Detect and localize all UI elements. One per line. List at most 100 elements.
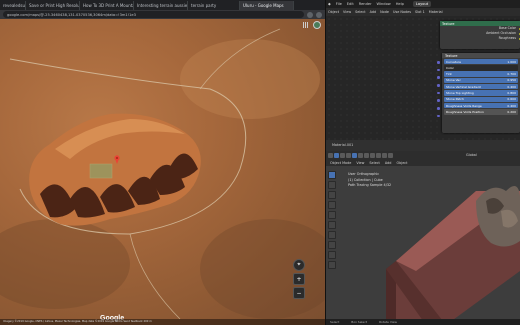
zoom-in-button[interactable]: + (293, 273, 305, 285)
menu-edit[interactable]: Edit (347, 2, 354, 6)
panel-row-value: 0.400 (507, 84, 516, 89)
transform-orientation[interactable]: Global (466, 153, 477, 157)
input-socket[interactable] (437, 61, 440, 64)
extrude-tool[interactable] (328, 261, 336, 269)
overlay-icon[interactable] (376, 152, 381, 158)
panel-row-label: Roughness Voids Position (446, 109, 484, 114)
input-socket[interactable] (437, 76, 440, 79)
panel-row[interactable]: Tint 0.700 (444, 71, 518, 77)
node-header-view[interactable]: View (343, 10, 351, 14)
panel-row[interactable]: Stone Patch 0.600 (444, 96, 518, 103)
tab-3[interactable]: How To 3D Print A Mountai... (80, 1, 134, 10)
rotate-tool[interactable] (328, 201, 336, 209)
move-tool[interactable] (328, 191, 336, 199)
tab-5[interactable]: terrain party (188, 1, 240, 10)
url-input[interactable]: google.com/maps/@-25.3460438,131.0370536… (3, 11, 304, 18)
blender-logo-icon[interactable]: ◆ (328, 2, 331, 6)
annotate-tool[interactable] (328, 231, 336, 239)
transform-tool[interactable] (328, 221, 336, 229)
workspace-tab-layout[interactable]: Layout (412, 1, 432, 7)
status-rotate-view: Rotate View (379, 320, 397, 324)
satellite-map[interactable]: ⌖ + − Google (0, 19, 325, 325)
node-header-select[interactable]: Select (355, 10, 365, 14)
panel-row-label: Roughness Voids Range (446, 103, 482, 108)
panel-row-label: Stone Top Lighting (446, 91, 474, 96)
browser-window: revealedsunsali Save or Print High Resol… (0, 0, 325, 325)
texture-inputs-panel[interactable]: Texture Curvature 1.000 Color Tint 0.700 Ston… (442, 53, 520, 133)
node-header-node[interactable]: Node (380, 10, 389, 14)
input-socket[interactable] (437, 91, 440, 95)
shading-icon[interactable] (382, 152, 387, 158)
view3d-menu-select[interactable]: Select (369, 161, 379, 165)
avatar[interactable] (313, 21, 321, 29)
use-nodes-toggle[interactable]: Use Nodes (393, 10, 411, 14)
object-mode-dropdown[interactable]: Object Mode (330, 161, 351, 165)
measure-tool[interactable] (328, 241, 336, 249)
input-socket[interactable] (437, 99, 440, 102)
location-button[interactable]: ⌖ (293, 259, 305, 271)
zoom-out-button[interactable]: − (293, 287, 305, 299)
viewport-info-overlay: User Orthographic (1) Collection | Cube … (348, 172, 391, 189)
menu-file[interactable]: File (336, 2, 342, 6)
render-sample-info: Path Tracing Sample 4/32 (348, 183, 392, 187)
add-cube-tool[interactable] (328, 251, 336, 259)
profile-icon[interactable] (316, 11, 322, 18)
tab-1[interactable]: revealedsunsali (0, 1, 26, 10)
panel-row-value: 0.200 (507, 109, 516, 114)
menu-render[interactable]: Render (359, 2, 372, 6)
proportional-icon[interactable] (370, 152, 375, 158)
circle-select-icon[interactable] (346, 152, 351, 158)
tab-2[interactable]: Save or Print High Resoluti... (26, 1, 80, 10)
tab-6[interactable]: Uluru - Google Maps (240, 1, 294, 10)
panel-row-label: Stone Patch (446, 97, 464, 102)
box-select-icon[interactable] (340, 152, 345, 158)
xray-icon[interactable] (388, 152, 393, 158)
input-socket[interactable] (437, 114, 440, 118)
apps-grid-icon[interactable] (303, 22, 309, 28)
scale-tool[interactable] (328, 211, 336, 219)
input-socket[interactable] (437, 68, 440, 72)
snap-icon[interactable] (364, 152, 369, 158)
panel-row-label: Curvature (446, 59, 461, 64)
cursor-tool[interactable] (328, 181, 336, 189)
menu-window[interactable]: Window (377, 2, 391, 6)
panel-row[interactable]: Color (444, 65, 518, 71)
view3d-menu-object[interactable]: Object (396, 161, 407, 165)
panel-row-value: 0.700 (507, 72, 516, 77)
input-socket[interactable] (437, 107, 440, 110)
blender-topbar: ◆ File Edit Render Window Help Layout (326, 0, 520, 8)
node-header-object[interactable]: Object (328, 10, 339, 14)
view3d-menu-add[interactable]: Add (385, 161, 392, 165)
panel-row[interactable]: Stone Top Lighting 0.800 (444, 90, 518, 96)
lasso-select-icon[interactable] (352, 152, 357, 158)
input-socket[interactable] (437, 84, 440, 87)
panel-row[interactable]: Curvature 1.000 (444, 58, 518, 65)
panel-row-label: Tint (446, 72, 452, 77)
tweak-icon[interactable] (334, 152, 339, 158)
view3d-menu-view[interactable]: View (356, 161, 364, 165)
mode-icon[interactable] (358, 152, 363, 158)
input-sockets (437, 61, 441, 131)
shader-node-editor[interactable]: Object View Select Add Node Use Nodes Sl… (326, 8, 520, 140)
menu-help[interactable]: Help (396, 2, 404, 6)
panel-row-label: Stone Vertical Gradient (446, 84, 481, 89)
material-label: Material.001 (332, 143, 354, 147)
node-editor-header: Object View Select Add Node Use Nodes Sl… (326, 8, 520, 16)
select-mode-icon[interactable] (328, 152, 333, 158)
texture-group-node[interactable]: Texture Base Color Ambient Occlusion Rou… (440, 21, 520, 49)
3d-viewport[interactable]: Global Object Mode View Select Add Objec… (326, 151, 520, 325)
panel-row[interactable]: Roughness Voids Range 0.400 (444, 102, 518, 109)
extension-icon[interactable] (307, 11, 313, 18)
select-tool[interactable] (328, 171, 336, 179)
panel-row[interactable]: Stone Vec 0.950 (444, 77, 518, 84)
uluru-rock (9, 28, 281, 320)
tab-4[interactable]: Interesting terrain aussie (134, 1, 188, 10)
output-socket-roughness[interactable]: Roughness (440, 36, 520, 41)
panel-row-value: 0.950 (507, 78, 516, 83)
slot-selector[interactable]: Slot 1 (415, 10, 425, 14)
node-header-add[interactable]: Add (370, 10, 377, 14)
panel-row[interactable]: Stone Vertical Gradient 0.400 (444, 83, 518, 90)
material-selector[interactable]: Material (429, 10, 443, 14)
map-controls: ⌖ + − (293, 257, 307, 301)
panel-row[interactable]: Roughness Voids Position 0.200 (444, 109, 518, 115)
